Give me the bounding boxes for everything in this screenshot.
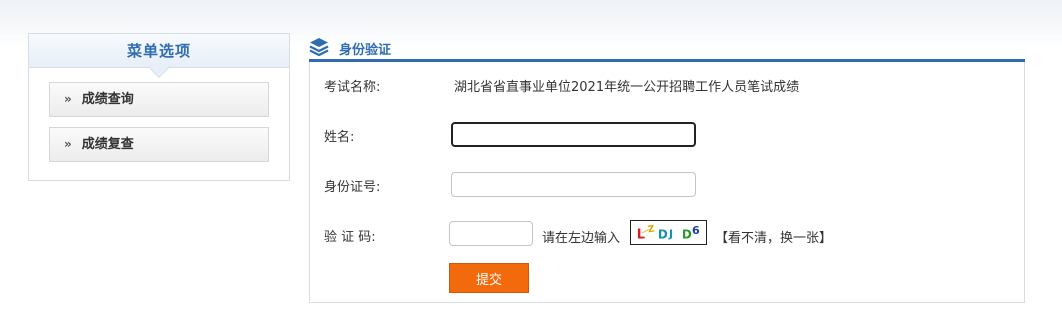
refresh-captcha-link[interactable]: 【看不清，换一张】 xyxy=(715,227,832,246)
captcha-char: D xyxy=(682,227,692,241)
id-number-label: 身份证号: xyxy=(324,180,381,195)
submit-button[interactable]: 提交 xyxy=(449,263,529,293)
sidebar-caret xyxy=(149,58,169,78)
sidebar-item-label: 成绩查询 xyxy=(81,92,134,107)
sidebar-menu: 菜单选项 » 成绩查询 » 成绩复查 xyxy=(28,33,290,181)
captcha-char: D xyxy=(658,227,668,241)
sidebar-item-score-query[interactable]: » 成绩查询 xyxy=(49,82,269,117)
id-number-input[interactable] xyxy=(451,172,696,197)
captcha-char: Z xyxy=(647,224,655,236)
captcha-char: L xyxy=(637,227,645,242)
captcha-char: J xyxy=(668,228,673,241)
captcha-image[interactable]: L Z D J D 6 xyxy=(630,220,707,245)
layers-icon xyxy=(309,38,329,57)
captcha-char: 6 xyxy=(692,224,700,237)
captcha-label: 验 证 码: xyxy=(324,230,376,245)
name-label: 姓名: xyxy=(324,130,355,145)
captcha-hint: 请在左边输入 xyxy=(542,231,621,246)
identity-verification-form: 考试名称: 湖北省省直事业单位2021年统一公开招聘工作人员笔试成绩 姓名: 身… xyxy=(309,62,1025,303)
captcha-input[interactable] xyxy=(449,221,533,246)
double-chevron-right-icon: » xyxy=(64,137,72,151)
main-header: 身份验证 xyxy=(309,36,1025,60)
exam-name-label: 考试名称: xyxy=(324,80,381,95)
sidebar-item-score-recheck[interactable]: » 成绩复查 xyxy=(49,127,269,162)
sidebar-header: 菜单选项 xyxy=(29,34,289,78)
exam-name-value: 湖北省省直事业单位2021年统一公开招聘工作人员笔试成绩 xyxy=(454,80,800,95)
sidebar-item-label: 成绩复查 xyxy=(81,137,134,152)
name-input[interactable] xyxy=(451,122,696,147)
page-title: 身份验证 xyxy=(339,43,392,58)
double-chevron-right-icon: » xyxy=(64,92,72,106)
